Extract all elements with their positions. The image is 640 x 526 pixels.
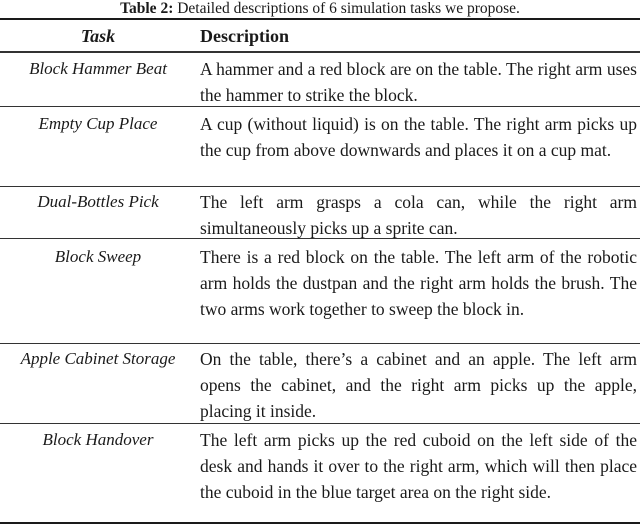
table-caption: Table 2: Detailed descriptions of 6 simu… xyxy=(0,0,640,18)
task-description: The left arm picks up the red cuboid on … xyxy=(200,430,637,502)
row-rule xyxy=(0,423,640,424)
row-rule xyxy=(0,238,640,239)
task-description: A cup (without liquid) is on the table. … xyxy=(200,114,637,160)
row-rule xyxy=(0,343,640,344)
task-name: Block Handover xyxy=(42,430,154,449)
task-name: Block Hammer Beat xyxy=(29,59,167,78)
row-rule xyxy=(0,106,640,107)
task-name: Apple Cabinet Storage xyxy=(20,349,176,368)
task-name: Dual-Bottles Pick xyxy=(37,192,159,211)
task-description: On the table, there’s a cabinet and an a… xyxy=(200,349,637,421)
task-name: Empty Cup Place xyxy=(38,114,158,133)
caption-text: Detailed descriptions of 6 simulation ta… xyxy=(173,0,520,17)
table-header: Task Description xyxy=(0,22,640,50)
header-description: Description xyxy=(200,26,289,46)
task-description: The left arm grasps a cola can, while th… xyxy=(200,192,637,238)
header-task: Task xyxy=(80,26,116,46)
caption-label: Table 2: xyxy=(120,0,174,17)
task-description: A hammer and a red block are on the tabl… xyxy=(200,59,637,105)
header-rule xyxy=(0,51,640,53)
row-rule xyxy=(0,186,640,187)
bottom-rule xyxy=(0,522,640,524)
task-description: There is a red block on the table. The l… xyxy=(200,247,637,319)
top-rule xyxy=(0,18,640,20)
task-name: Block Sweep xyxy=(54,247,142,266)
